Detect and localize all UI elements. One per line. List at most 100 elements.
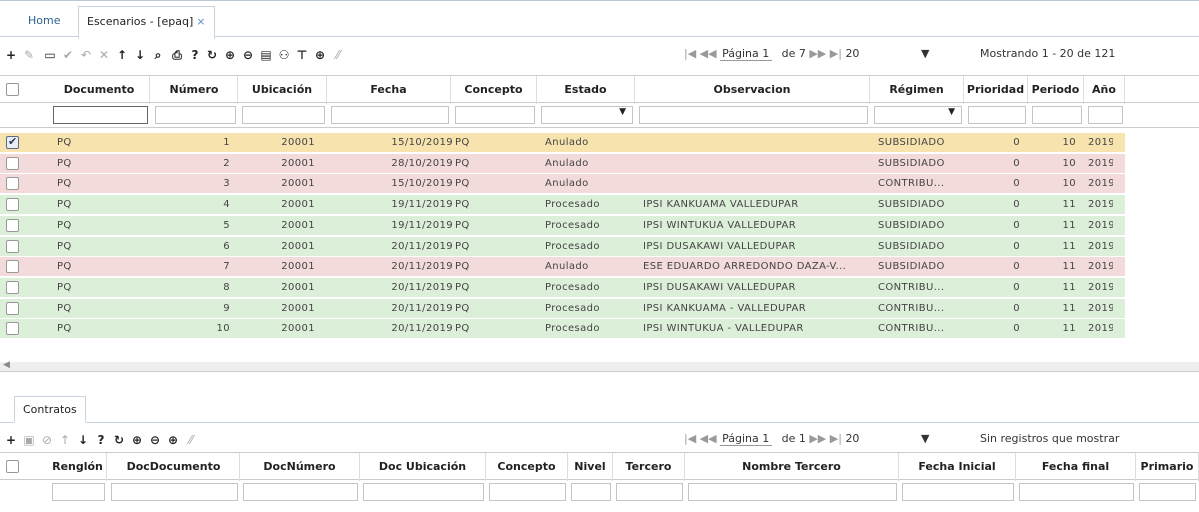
- column-header[interactable]: Periodo: [1028, 76, 1084, 104]
- row-checkbox[interactable]: [6, 198, 19, 212]
- last-page-icon[interactable]: ▶|: [830, 47, 842, 60]
- filter-input[interactable]: [331, 106, 449, 124]
- row-checkbox[interactable]: [6, 218, 19, 232]
- plus-circle-icon[interactable]: ⊕: [313, 47, 327, 63]
- column-header[interactable]: Observacion: [635, 76, 870, 104]
- move-down-icon[interactable]: ↓: [133, 47, 147, 63]
- filter-input[interactable]: ▼: [874, 106, 962, 124]
- filter-input[interactable]: [242, 106, 325, 124]
- pin-icon[interactable]: ⊤: [295, 47, 309, 63]
- column-header[interactable]: Número: [151, 76, 238, 104]
- filter-input[interactable]: [968, 106, 1026, 124]
- prev-page-icon[interactable]: ◀◀: [700, 432, 717, 445]
- page-input[interactable]: Página 1: [720, 47, 773, 61]
- table-row[interactable]: PQ12000115/10/2019PQAnuladoSUBSIDIADO010…: [0, 133, 1125, 153]
- first-page-icon[interactable]: |◀: [684, 432, 696, 445]
- row-checkbox[interactable]: [6, 239, 19, 253]
- user-icon[interactable]: ⚇: [277, 47, 291, 63]
- edit-icon[interactable]: ✎: [22, 47, 36, 63]
- select-all-checkbox[interactable]: [6, 83, 19, 96]
- row-checkbox[interactable]: [6, 260, 19, 274]
- next-page-icon[interactable]: ▶▶: [809, 432, 826, 445]
- filter-input[interactable]: [52, 483, 105, 501]
- next-page-icon[interactable]: ▶▶: [809, 47, 826, 60]
- table-row[interactable]: PQ 10 20001 20/11/2019 PQ Procesado IPSI WINTU…: [0, 319, 1125, 340]
- column-header[interactable]: Fecha: [327, 76, 451, 104]
- row-checkbox[interactable]: [6, 322, 19, 336]
- filter-input[interactable]: [1032, 106, 1082, 124]
- column-header[interactable]: Año: [1084, 76, 1125, 104]
- row-checkbox[interactable]: [6, 177, 19, 191]
- row-checkbox[interactable]: [6, 135, 19, 149]
- plus-circle-icon[interactable]: ⊕: [166, 432, 180, 448]
- move-up-icon[interactable]: ↑: [115, 47, 129, 63]
- select-all-checkbox[interactable]: [6, 460, 19, 473]
- row-checkbox[interactable]: [6, 156, 19, 170]
- filter-dropdown-icon[interactable]: ▼: [948, 107, 955, 117]
- column-header[interactable]: Renglón: [49, 453, 107, 481]
- column-header[interactable]: Concepto: [486, 453, 568, 481]
- scroll-left-icon[interactable]: ◀: [3, 360, 10, 370]
- filter-input[interactable]: [1088, 106, 1123, 124]
- column-header[interactable]: Doc Ubicación: [360, 453, 486, 481]
- horizontal-scrollbar[interactable]: ◀: [0, 360, 1199, 372]
- column-header[interactable]: DocDocumento: [108, 453, 240, 481]
- tab-contratos[interactable]: Contratos: [14, 396, 86, 423]
- filter-input[interactable]: [616, 483, 683, 501]
- column-header[interactable]: DocNúmero: [240, 453, 360, 481]
- page-size[interactable]: 20: [845, 432, 859, 445]
- page-size-dropdown-icon[interactable]: ▼: [921, 47, 929, 60]
- save-icon[interactable]: ▣: [22, 432, 36, 448]
- zoom-in-icon[interactable]: ⊕: [130, 432, 144, 448]
- close-icon[interactable]: ×: [196, 15, 205, 28]
- add-icon[interactable]: +: [4, 432, 18, 448]
- column-header[interactable]: Estado: [537, 76, 635, 104]
- delete-icon[interactable]: ✕: [97, 47, 111, 63]
- prev-page-icon[interactable]: ◀◀: [700, 47, 717, 60]
- column-header[interactable]: Documento: [49, 76, 150, 104]
- zoom-out-icon[interactable]: ⊖: [148, 432, 162, 448]
- table-row[interactable]: PQ 6 20001 20/11/2019 PQ Procesado IPSI DUSAKA…: [0, 236, 1125, 257]
- print-icon[interactable]: ⎙: [170, 47, 184, 63]
- view-icon[interactable]: ▭: [43, 47, 57, 63]
- refresh-icon[interactable]: ↻: [112, 432, 126, 448]
- help-icon[interactable]: ?: [188, 47, 202, 63]
- add-icon[interactable]: +: [4, 47, 18, 63]
- filter-input[interactable]: [155, 106, 236, 124]
- filter-input[interactable]: [489, 483, 566, 501]
- column-header[interactable]: Nombre Tercero: [685, 453, 899, 481]
- row-checkbox[interactable]: [6, 301, 19, 315]
- filter-input[interactable]: [688, 483, 897, 501]
- column-header[interactable]: Prioridad: [964, 76, 1028, 104]
- save-icon[interactable]: ✔: [61, 47, 75, 63]
- zoom-in-icon[interactable]: ⊕: [223, 47, 237, 63]
- table-row[interactable]: PQ 4 20001 19/11/2019 PQ Procesado IPSI KANKUA…: [0, 195, 1125, 216]
- tab-escenarios[interactable]: Escenarios - [epaq] ×: [78, 6, 215, 39]
- filter-input[interactable]: [1139, 483, 1196, 501]
- move-down-icon[interactable]: ↓: [76, 432, 90, 448]
- filter-input[interactable]: [363, 483, 484, 501]
- help-icon[interactable]: ?: [94, 432, 108, 448]
- page-input[interactable]: Página 1: [720, 432, 773, 446]
- refresh-icon[interactable]: ↻: [205, 47, 219, 63]
- filter-dropdown-icon[interactable]: ▼: [619, 107, 626, 117]
- first-page-icon[interactable]: |◀: [684, 47, 696, 60]
- column-header[interactable]: Fecha final: [1016, 453, 1136, 481]
- filter-input[interactable]: [111, 483, 238, 501]
- column-header[interactable]: Nivel: [568, 453, 613, 481]
- search-icon[interactable]: ⌕: [151, 47, 165, 63]
- last-page-icon[interactable]: ▶|: [830, 432, 842, 445]
- filter-input[interactable]: [1019, 483, 1134, 501]
- filter-input[interactable]: ▼: [541, 106, 633, 124]
- filter-input[interactable]: [455, 106, 535, 124]
- column-header[interactable]: Fecha Inicial: [899, 453, 1016, 481]
- filter-input[interactable]: [639, 106, 868, 124]
- filter-input[interactable]: [902, 483, 1014, 501]
- page-size[interactable]: 20: [845, 47, 859, 60]
- column-header[interactable]: Concepto: [451, 76, 537, 104]
- resize-icon[interactable]: ⁄⁄: [331, 47, 345, 63]
- table-row[interactable]: PQ 9 20001 20/11/2019 PQ Procesado IPSI KANKUA…: [0, 298, 1125, 319]
- table-row[interactable]: PQ 8 20001 20/11/2019 PQ Procesado IPSI DUSAKA…: [0, 277, 1125, 298]
- undo-icon[interactable]: ↶: [79, 47, 93, 63]
- filter-input[interactable]: [243, 483, 358, 501]
